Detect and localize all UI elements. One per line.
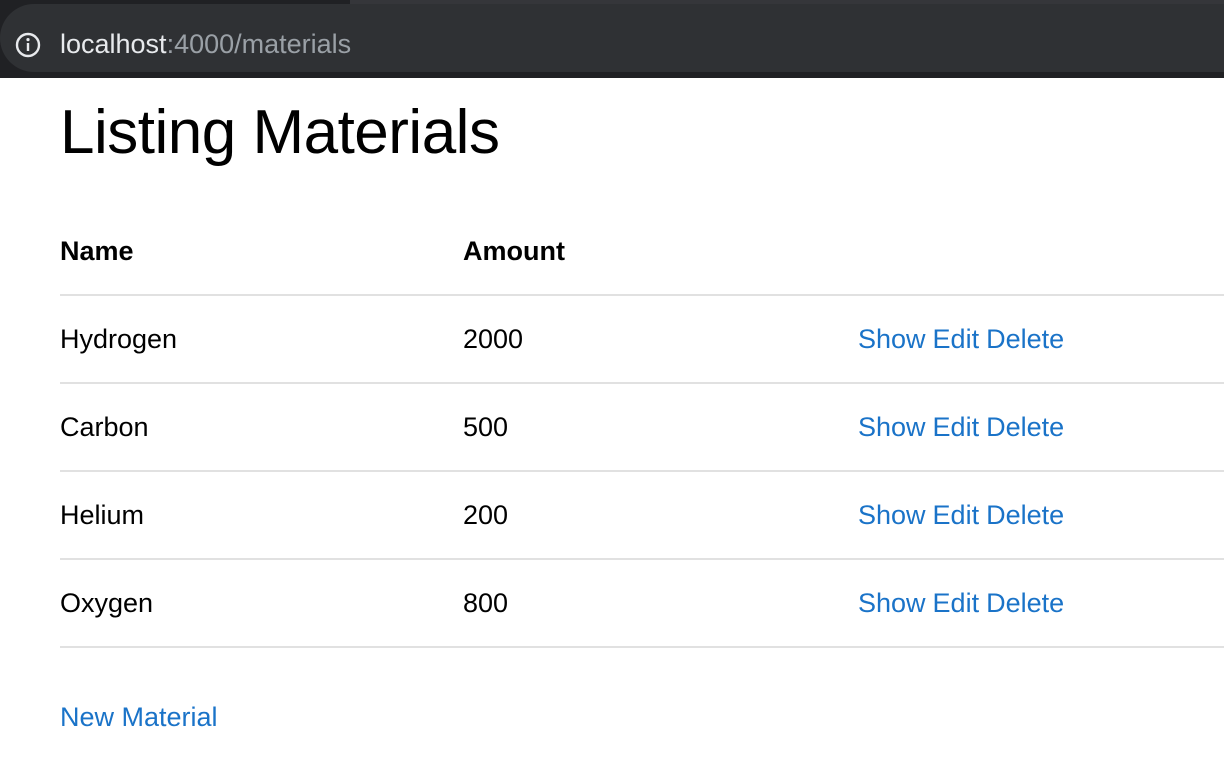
row-actions: Show Edit Delete — [858, 471, 1224, 560]
show-link[interactable]: Show — [858, 412, 926, 442]
material-amount: 2000 — [463, 295, 858, 384]
delete-link[interactable]: Delete — [986, 412, 1064, 442]
delete-link[interactable]: Delete — [986, 324, 1064, 354]
material-amount: 800 — [463, 559, 858, 648]
table-row: Hydrogen 2000 Show Edit Delete — [60, 295, 1224, 384]
material-name: Hydrogen — [60, 295, 463, 384]
column-header-name: Name — [60, 208, 463, 296]
table-row: Carbon 500 Show Edit Delete — [60, 383, 1224, 472]
edit-link[interactable]: Edit — [933, 500, 980, 530]
row-actions: Show Edit Delete — [858, 559, 1224, 648]
url-text[interactable]: localhost:4000/materials — [60, 26, 351, 62]
address-bar[interactable]: localhost:4000/materials — [0, 4, 1224, 72]
edit-link[interactable]: Edit — [933, 412, 980, 442]
column-header-actions — [858, 208, 1224, 296]
edit-link[interactable]: Edit — [933, 588, 980, 618]
show-link[interactable]: Show — [858, 500, 926, 530]
row-actions: Show Edit Delete — [858, 295, 1224, 384]
show-link[interactable]: Show — [858, 324, 926, 354]
table-row: Helium 200 Show Edit Delete — [60, 471, 1224, 560]
material-name: Carbon — [60, 383, 463, 472]
page-title: Listing Materials — [60, 98, 500, 167]
new-material-link[interactable]: New Material — [60, 700, 218, 734]
table-header-row: Name Amount — [60, 208, 1224, 296]
url-host: localhost — [60, 29, 167, 59]
show-link[interactable]: Show — [858, 588, 926, 618]
delete-link[interactable]: Delete — [986, 588, 1064, 618]
material-amount: 500 — [463, 383, 858, 472]
info-icon[interactable] — [15, 32, 41, 58]
url-path: :4000/materials — [166, 29, 352, 59]
material-amount: 200 — [463, 471, 858, 560]
row-actions: Show Edit Delete — [858, 383, 1224, 472]
browser-toolbar: localhost:4000/materials — [0, 0, 1224, 78]
material-name: Oxygen — [60, 559, 463, 648]
edit-link[interactable]: Edit — [933, 324, 980, 354]
material-name: Helium — [60, 471, 463, 560]
column-header-amount: Amount — [463, 208, 858, 296]
delete-link[interactable]: Delete — [986, 500, 1064, 530]
table-row: Oxygen 800 Show Edit Delete — [60, 559, 1224, 648]
materials-table: Name Amount Hydrogen 2000 Show Edit Delete… — [60, 208, 1224, 648]
